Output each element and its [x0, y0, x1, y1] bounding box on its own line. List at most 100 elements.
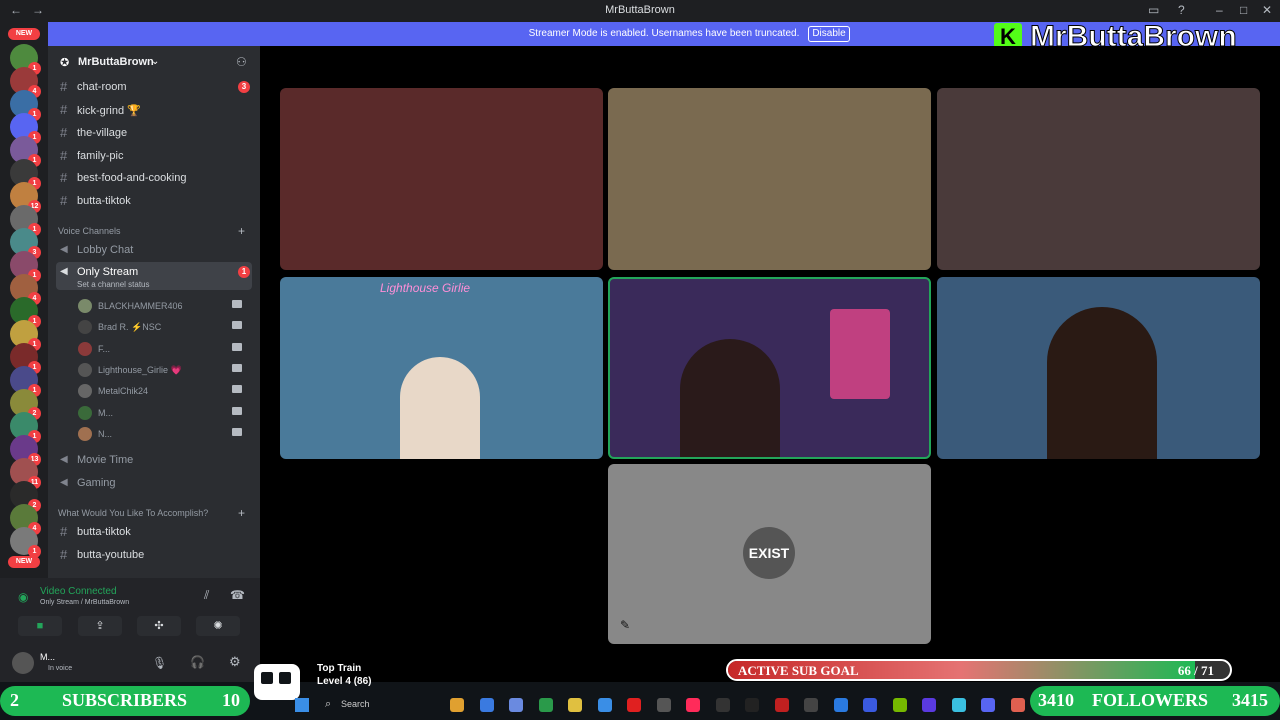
voice-channel-only-stream[interactable]: ◀ Only Stream 1 Set a channel status — [56, 262, 252, 290]
taskbar-app-icon[interactable] — [450, 698, 464, 712]
search-icon[interactable]: ⌕ — [325, 698, 331, 711]
taskbar-search[interactable]: Search — [341, 699, 370, 709]
taskbar-app-icon[interactable] — [863, 698, 877, 712]
voice-channel-gaming[interactable]: ◀ Gaming — [56, 473, 252, 493]
followers-current: 3410 — [1038, 690, 1074, 710]
channel-name: best-food-and-cooking — [77, 172, 187, 184]
taskbar-app-icon[interactable] — [627, 698, 641, 712]
user-name: M... — [40, 652, 55, 662]
taskbar-app-icon[interactable] — [774, 698, 789, 712]
channel-kick-grind[interactable]: # kick-grind 🏆 — [56, 100, 252, 120]
connection-signal-icon[interactable]: ◉ — [18, 590, 28, 604]
channel-the-village[interactable]: # the-village — [56, 123, 252, 143]
server-icon-22[interactable]: 1 — [10, 527, 41, 558]
taskbar-app-icon[interactable] — [833, 698, 848, 712]
taskbar-app-icon[interactable] — [686, 698, 700, 712]
channel-butta-tiktok[interactable]: # butta-tiktok — [56, 191, 252, 211]
member-name: N... — [98, 428, 113, 439]
voice-channel-lobby[interactable]: ◀ Lobby Chat — [56, 240, 252, 260]
voice-member[interactable]: MetalChik24 — [76, 380, 252, 400]
channel-butta-tiktok-2[interactable]: # butta-tiktok — [56, 522, 252, 542]
taskbar-app-icon[interactable] — [656, 698, 671, 712]
taskbar-app-icon[interactable] — [922, 698, 936, 712]
muted-mic-icon: ✎ — [620, 618, 631, 632]
voice-member[interactable]: M... — [76, 402, 252, 422]
hash-icon: # — [60, 170, 68, 185]
close-icon[interactable]: ✕ — [1262, 3, 1272, 17]
speaker-icon: ◀ — [60, 454, 68, 465]
hash-icon: # — [60, 125, 68, 140]
headphones-icon[interactable]: 🎧 — [190, 655, 205, 669]
category-accomplish[interactable]: What Would You Like To Accomplish? + — [58, 506, 245, 520]
taskbar-app-icon[interactable] — [538, 698, 553, 712]
taskbar-app-icon[interactable] — [597, 698, 612, 712]
video-tile-6[interactable] — [937, 277, 1260, 459]
video-tile-5-speaking[interactable] — [608, 277, 931, 459]
user-status: In voice — [48, 665, 73, 672]
windows-start-icon[interactable] — [295, 698, 309, 712]
taskbar-app-icon[interactable] — [715, 698, 730, 712]
noise-suppression-icon[interactable]: ⫽ — [204, 588, 209, 603]
subscribers-current: 2 — [10, 690, 19, 710]
video-camera-icon — [232, 385, 242, 394]
chevron-down-icon: ⌄ — [151, 56, 160, 67]
sub-goal-bar: ACTIVE SUB GOAL 66 / 71 — [726, 659, 1232, 681]
activities-button[interactable]: ✣ — [137, 616, 181, 636]
disconnect-icon[interactable]: ☎ — [230, 588, 245, 602]
voice-member[interactable]: F... — [76, 338, 252, 358]
add-channel-icon[interactable]: + — [238, 506, 245, 520]
video-camera-icon — [232, 363, 242, 372]
channel-best-food[interactable]: # best-food-and-cooking — [56, 168, 252, 188]
disable-streamer-mode-button[interactable]: Disable — [808, 26, 850, 42]
voice-channel-movie-time[interactable]: ◀ Movie Time — [56, 450, 252, 470]
voice-member[interactable]: N... — [76, 423, 252, 443]
channel-family-pic[interactable]: # family-pic — [56, 146, 252, 166]
voice-status-subtitle[interactable]: Only Stream / MrButtaBrown — [40, 599, 129, 606]
taskbar-app-icon[interactable] — [804, 698, 818, 712]
video-tile-7-avatar[interactable]: EXIST ✎ — [608, 464, 931, 644]
channel-chat-room[interactable]: # chat-room 3 — [56, 77, 252, 97]
taskbar-app-icon[interactable] — [981, 698, 995, 712]
add-channel-icon[interactable]: + — [238, 224, 245, 238]
taskbar-app-icon[interactable] — [892, 698, 907, 712]
minimize-icon[interactable]: – — [1216, 3, 1223, 17]
channel-status[interactable]: Set a channel status — [77, 280, 150, 289]
taskbar-app-icon[interactable] — [509, 698, 523, 712]
voice-member[interactable]: Lighthouse_Girlie 💗 — [76, 359, 252, 379]
video-tile-2[interactable] — [608, 88, 931, 270]
camera-button[interactable]: ■ — [18, 616, 62, 636]
voice-member[interactable]: Brad R. ⚡NSC — [76, 316, 252, 336]
speaker-icon: ◀ — [60, 477, 68, 488]
taskbar-app-icon[interactable] — [745, 698, 759, 712]
channel-butta-youtube[interactable]: # butta-youtube — [56, 545, 252, 565]
avatar[interactable] — [12, 652, 34, 674]
member-name: BLACKHAMMER406 — [98, 301, 183, 311]
microphone-icon[interactable]: 🎙 — [152, 656, 167, 670]
video-tile-4[interactable]: Lighthouse Girlie — [280, 277, 603, 459]
screen-share-button[interactable]: ⇪ — [78, 616, 122, 636]
hash-icon: # — [60, 524, 68, 539]
channel-name: Only Stream — [77, 266, 139, 278]
video-tile-1[interactable] — [280, 88, 603, 270]
maximize-icon[interactable]: □ — [1240, 3, 1247, 17]
taskbar-app-icon[interactable] — [951, 698, 966, 712]
add-member-icon[interactable]: ⚇ — [236, 55, 247, 69]
channel-sidebar: ✪ MrButtaBrown ⌄ ⚇ # chat-room 3 # kick-… — [48, 46, 260, 578]
voice-member[interactable]: BLACKHAMMER406 — [76, 295, 252, 315]
soundboard-button[interactable]: ✺ — [196, 616, 240, 636]
avatar — [78, 405, 92, 420]
participant-avatar: EXIST — [743, 527, 795, 579]
taskbar-app-icon[interactable] — [479, 698, 494, 712]
hash-icon: # — [60, 193, 68, 208]
followers-target: 3415 — [1232, 690, 1268, 710]
settings-gear-icon[interactable]: ⚙ — [229, 654, 241, 670]
inbox-icon[interactable]: ▭ — [1148, 3, 1159, 17]
taskbar-app-icon[interactable] — [1010, 698, 1025, 712]
server-name: MrButtaBrown — [78, 56, 154, 68]
video-tile-3[interactable] — [937, 88, 1260, 270]
taskbar-app-icon[interactable] — [568, 698, 582, 712]
new-badge: NEW — [8, 28, 40, 40]
help-icon[interactable]: ? — [1178, 3, 1185, 17]
channel-name: Movie Time — [77, 454, 134, 466]
category-voice-channels[interactable]: Voice Channels + — [58, 224, 245, 238]
